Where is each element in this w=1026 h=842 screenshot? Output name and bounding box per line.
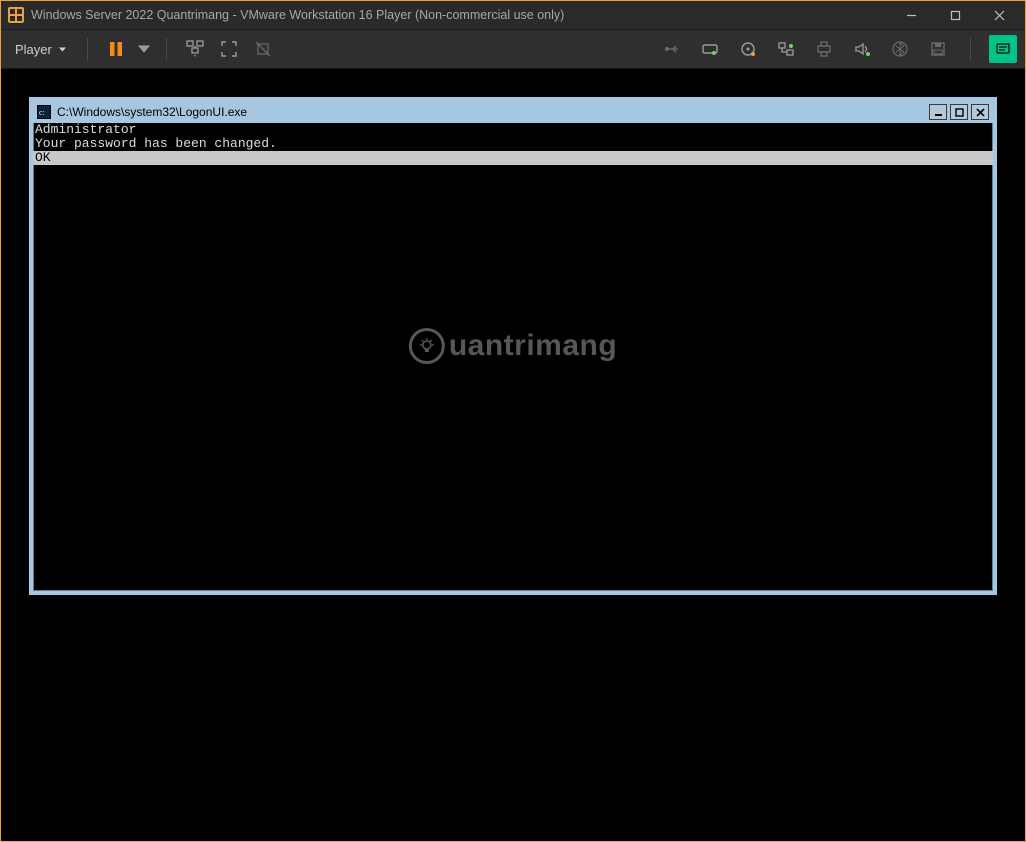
network-status-icon[interactable]: [772, 35, 800, 63]
pause-button[interactable]: [102, 35, 130, 63]
unity-button[interactable]: [249, 35, 277, 63]
bluetooth-status-icon[interactable]: [886, 35, 914, 63]
bluetooth-icon: [891, 40, 909, 58]
usb-status-icon[interactable]: [658, 35, 686, 63]
drive-status-icon[interactable]: [696, 35, 724, 63]
watermark-bulb-icon: [409, 328, 445, 364]
minimize-button[interactable]: [889, 1, 933, 29]
chevron-down-icon: [58, 45, 67, 54]
vmware-app-icon: [7, 6, 25, 24]
floppy-status-icon[interactable]: [924, 35, 952, 63]
guest-maximize-button[interactable]: [950, 104, 968, 120]
watermark-text: uantrimang: [449, 329, 617, 363]
window-controls: [889, 1, 1021, 29]
console-body[interactable]: AdministratorYour password has been chan…: [33, 123, 993, 165]
send-ctrl-alt-del-button[interactable]: [181, 35, 209, 63]
sound-status-icon[interactable]: [848, 35, 876, 63]
guest-display[interactable]: c: C:\Windows\system32\LogonUI.exe Admin…: [1, 69, 1025, 841]
window-title: Windows Server 2022 Quantrimang - VMware…: [31, 8, 889, 22]
sound-icon: [853, 40, 871, 58]
separator: [166, 38, 167, 60]
network-icon: [777, 40, 795, 58]
printer-status-icon[interactable]: [810, 35, 838, 63]
usb-icon: [663, 40, 681, 58]
fullscreen-icon: [220, 40, 238, 58]
message-icon: [994, 40, 1012, 58]
separator: [970, 38, 971, 60]
console-line-selected[interactable]: OK: [33, 151, 993, 165]
watermark: uantrimang: [409, 328, 617, 364]
console-line: Administrator: [33, 123, 993, 137]
logonui-titlebar[interactable]: c: C:\Windows\system32\LogonUI.exe: [33, 101, 993, 123]
vmware-toolbar: Player: [1, 29, 1025, 69]
console-line: Your password has been changed.: [33, 137, 993, 151]
vmware-window: Windows Server 2022 Quantrimang - VMware…: [0, 0, 1026, 842]
guest-close-button[interactable]: [971, 104, 989, 120]
logonui-window: c: C:\Windows\system32\LogonUI.exe Admin…: [29, 97, 997, 595]
chevron-down-icon: [136, 40, 152, 58]
fullscreen-button[interactable]: [215, 35, 243, 63]
cd-status-icon[interactable]: [734, 35, 762, 63]
player-menu[interactable]: Player: [9, 38, 73, 61]
floppy-icon: [929, 40, 947, 58]
svg-text:c:: c:: [39, 108, 45, 117]
send-cad-icon: [186, 40, 204, 58]
guest-minimize-button[interactable]: [929, 104, 947, 120]
unity-icon: [254, 40, 272, 58]
pause-icon: [107, 40, 125, 58]
console-app-icon: c:: [37, 105, 51, 119]
vmware-titlebar: Windows Server 2022 Quantrimang - VMware…: [1, 1, 1025, 29]
maximize-button[interactable]: [933, 1, 977, 29]
separator: [87, 38, 88, 60]
messages-button[interactable]: [989, 35, 1017, 63]
drive-icon: [701, 40, 719, 58]
printer-icon: [815, 40, 833, 58]
logonui-title: C:\Windows\system32\LogonUI.exe: [57, 105, 926, 119]
power-dropdown[interactable]: [136, 35, 152, 63]
close-button[interactable]: [977, 1, 1021, 29]
player-menu-label: Player: [15, 42, 52, 57]
cd-icon: [739, 40, 757, 58]
